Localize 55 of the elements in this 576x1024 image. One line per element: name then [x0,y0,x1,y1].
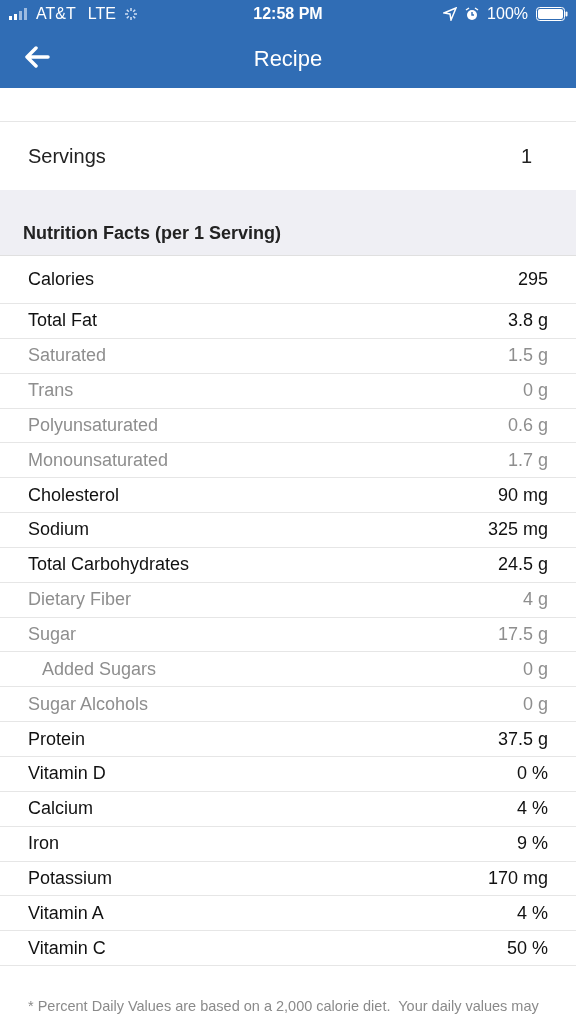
nutrient-label: Calories [27,268,95,291]
nutrient-label: Vitamin D [27,762,106,786]
nutrient-label: Vitamin C [27,936,106,960]
nutrient-label: Potassium [27,866,113,890]
nutrient-value: 170 mg [487,866,548,890]
nutrient-label: Monounsaturated [27,448,169,472]
nutrient-value: 0 % [516,762,548,786]
nutrient-label: Polyunsaturated [27,413,159,437]
section-header: Nutrition Facts (per 1 Serving) [23,222,282,245]
nutrient-value: 0.6 g [507,413,548,437]
nutrient-value: 17.5 g [497,623,548,646]
nutrient-label: Added Sugars [41,657,157,681]
nutrient-label: Total Fat [27,309,98,333]
footnote: * Percent Daily Values are based on a 2,000 calorie diet. Your daily values may [28,997,539,1017]
location-arrow-icon [443,7,458,21]
network-type: LTE [87,4,116,24]
nutrient-value: 4 g [522,588,548,612]
battery-percentage: 100% [487,4,528,24]
nutrient-label: Dietary Fiber [27,588,132,612]
nutrient-label: Calcium [27,797,93,821]
nutrient-value: 4 % [516,901,548,925]
activity-spinner-icon [123,7,138,21]
screen-title: Recipe [253,44,323,73]
back-button[interactable] [24,45,52,69]
battery-icon [536,7,568,21]
nutrient-value: 50 % [506,936,548,960]
field-label: Servings [28,144,106,169]
nutrient-value: 1.7 g [507,448,548,472]
field-value: 1 [520,144,532,169]
nutrient-value: 37.5 g [497,727,548,751]
nutrient-value: 0 g [522,657,548,681]
nutrient-label: Saturated [27,344,107,368]
nutrient-label: Sodium [27,518,90,542]
nutrient-label: Total Carbohydrates [27,553,190,577]
nutrient-value: 0 g [522,692,548,716]
nutrient-value: 325 mg [487,518,548,542]
nutrient-label: Sugar [27,623,77,646]
nutrient-value: 0 g [522,379,548,403]
nutrient-value: 1.5 g [507,344,548,368]
back-arrow-icon [24,46,50,68]
alarm-clock-icon [465,7,480,21]
nutrient-value: 9 % [516,832,548,856]
nutrient-label: Protein [27,727,86,751]
nutrient-value: 90 mg [497,483,548,507]
status-time: 12:58 PM [253,4,323,24]
nutrient-label: Trans [27,379,74,403]
nutrient-value: 24.5 g [497,553,548,577]
carrier-name: AT&T [36,4,76,24]
nutrient-label: Sugar Alcohols [27,692,149,716]
nutrient-value: 295 [517,268,548,291]
nutrient-value: 4 % [516,797,548,821]
nutrient-label: Cholesterol [27,483,120,507]
nutrient-label: Vitamin A [27,901,104,925]
nutrient-value: 3.8 g [507,309,548,333]
nutrient-label: Iron [27,832,60,856]
